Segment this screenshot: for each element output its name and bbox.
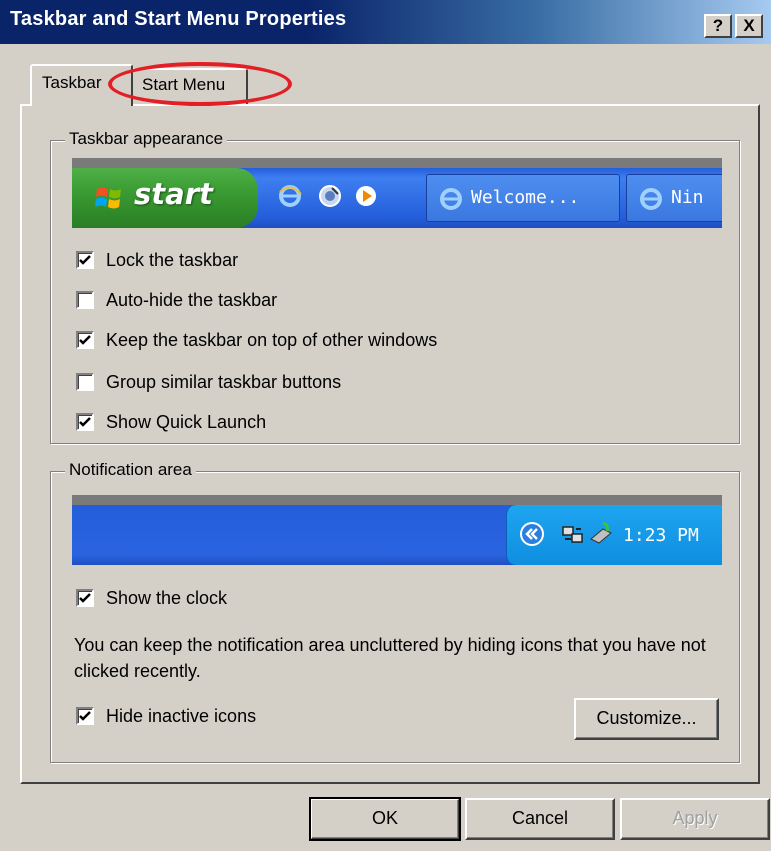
tab-panel — [20, 104, 760, 784]
close-button[interactable]: X — [735, 14, 763, 38]
title-bar[interactable]: Taskbar and Start Menu Properties ? X — [0, 0, 771, 44]
help-button[interactable]: ? — [704, 14, 732, 38]
ok-button[interactable]: OK — [309, 797, 461, 841]
window-title: Taskbar and Start Menu Properties — [10, 8, 347, 30]
properties-dialog: Taskbar and Start Menu Properties ? X Ta… — [0, 0, 771, 851]
apply-button[interactable]: Apply — [620, 798, 770, 840]
cancel-button[interactable]: Cancel — [465, 798, 615, 840]
annotation-circle — [108, 62, 292, 106]
